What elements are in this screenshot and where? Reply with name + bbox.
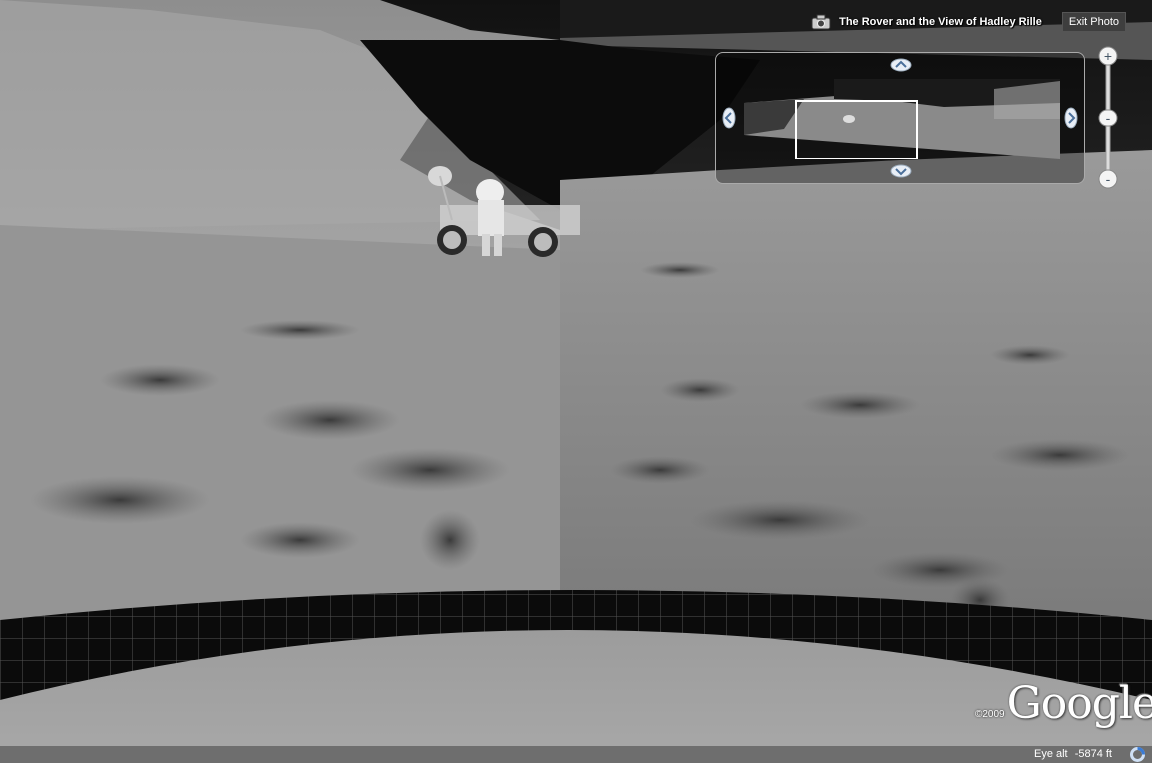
photo-viewport[interactable]: The Rover and the View of Hadley Rille E…: [0, 0, 1152, 763]
photo-navigator: [715, 52, 1085, 184]
zoom-slider[interactable]: + - -: [1098, 46, 1118, 190]
chevron-left-icon[interactable]: [722, 107, 736, 129]
camera-icon: [811, 14, 831, 30]
svg-text:-: -: [1106, 171, 1111, 187]
eye-alt-value: -5874 ft: [1074, 748, 1112, 760]
google-logo: ©2009 Google: [975, 682, 1152, 726]
svg-text:+: +: [1104, 48, 1112, 64]
chevron-up-icon[interactable]: [890, 58, 912, 72]
status-bar: Eye alt -5874 ft: [0, 746, 1152, 763]
chevron-right-icon[interactable]: [1064, 107, 1078, 129]
brand-text: Google: [1006, 678, 1152, 729]
photo-title: The Rover and the View of Hadley Rille: [839, 16, 1042, 28]
zoom-in-button[interactable]: +: [1098, 46, 1118, 66]
chevron-down-icon[interactable]: [890, 164, 912, 178]
streaming-spinner-icon: [1130, 747, 1145, 762]
panorama-thumbnail[interactable]: [744, 79, 1060, 159]
exit-photo-button[interactable]: Exit Photo: [1061, 12, 1126, 32]
zoom-handle[interactable]: -: [1098, 109, 1118, 127]
copyright-text: ©2009: [975, 709, 1005, 720]
photo-titlebar: The Rover and the View of Hadley Rille E…: [811, 12, 1126, 32]
eye-alt-readout: Eye alt -5874 ft: [1030, 748, 1112, 760]
svg-text:-: -: [1106, 110, 1111, 126]
eye-alt-label: Eye alt: [1033, 748, 1068, 760]
zoom-out-button[interactable]: -: [1098, 169, 1118, 189]
